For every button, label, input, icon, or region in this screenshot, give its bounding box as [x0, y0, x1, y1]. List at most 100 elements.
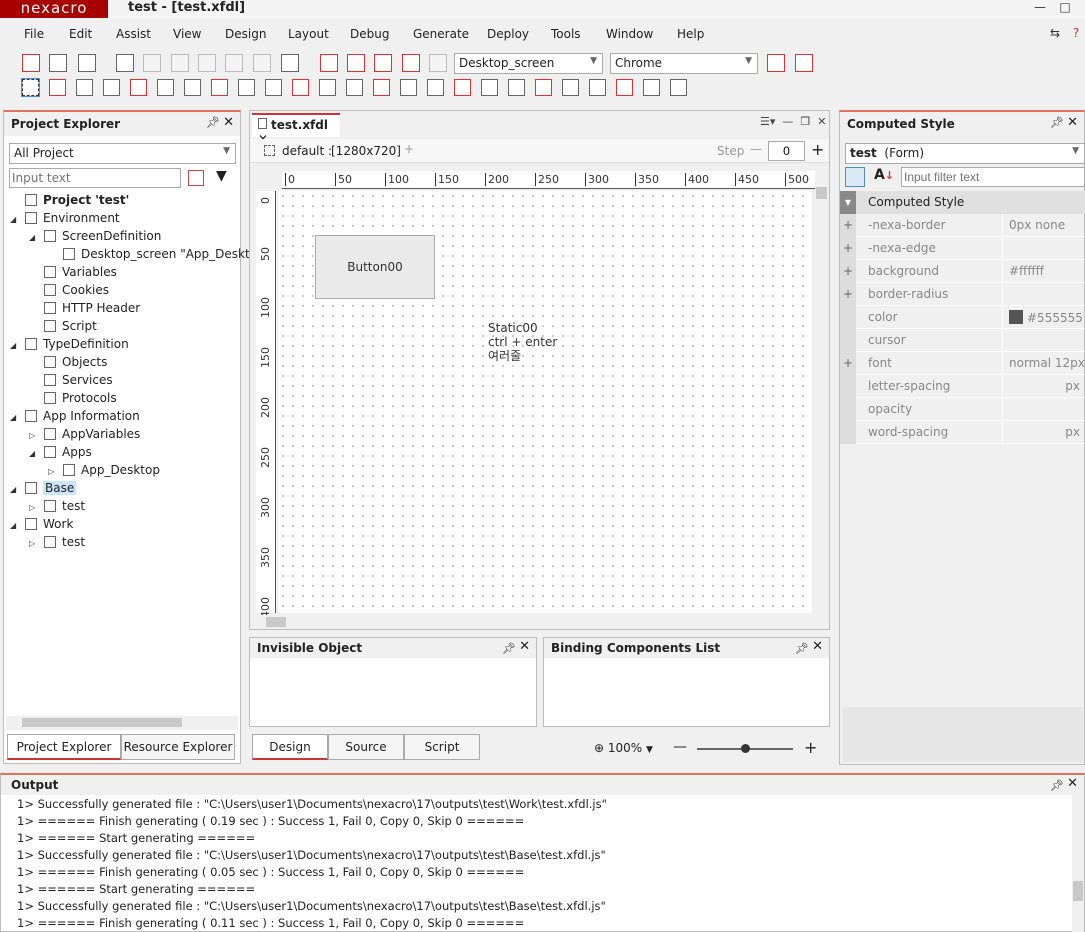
- toolbar-icon-6[interactable]: [198, 54, 216, 72]
- component-tool-22[interactable]: [616, 79, 633, 96]
- component-tool-23[interactable]: [643, 79, 660, 96]
- toolbar-icon-14[interactable]: [429, 54, 447, 72]
- step-increase-button[interactable]: +: [811, 140, 824, 159]
- component-tool-1[interactable]: [49, 79, 66, 96]
- property-value[interactable]: 0px none: [1002, 214, 1085, 237]
- horizontal-scrollbar[interactable]: [252, 615, 815, 629]
- component-tool-16[interactable]: [454, 79, 471, 96]
- screen-select[interactable]: Desktop_screen ▼: [454, 53, 603, 74]
- tree-item[interactable]: ◢ App Information: [10, 407, 140, 425]
- collapse-icon[interactable]: ▼: [840, 191, 856, 214]
- tree-item[interactable]: ◢ Environment: [10, 209, 120, 227]
- expand-icon[interactable]: +: [840, 283, 856, 306]
- component-tool-24[interactable]: [670, 79, 687, 96]
- property-row[interactable]: color #555555: [840, 306, 1085, 329]
- property-value[interactable]: #ffffff: [1002, 260, 1085, 283]
- window-controls[interactable]: ☰▾ — ❐ ✕: [760, 115, 826, 128]
- toolbar-icon-8[interactable]: [253, 54, 271, 72]
- object-select[interactable]: test (Form) ▼: [845, 143, 1085, 164]
- zoom-in-button[interactable]: +: [804, 738, 817, 757]
- component-tool-6[interactable]: [184, 79, 201, 96]
- menu-layout[interactable]: Layout: [288, 27, 329, 41]
- toolbar-icon-1[interactable]: [49, 54, 67, 72]
- property-row[interactable]: word-spacing px: [840, 421, 1085, 444]
- property-row[interactable]: opacity: [840, 398, 1085, 421]
- layout-name[interactable]: default :: [282, 144, 332, 158]
- property-value[interactable]: normal 12px/n: [1002, 352, 1085, 375]
- tab-design[interactable]: Design: [252, 734, 328, 760]
- zoom-slider[interactable]: [697, 744, 793, 753]
- tab-test-xfdl[interactable]: test.xfdl ✕: [252, 113, 340, 146]
- zoom-value[interactable]: 100%: [608, 741, 642, 755]
- project-scope-select[interactable]: All Project ▼: [9, 143, 236, 164]
- tree-item[interactable]: Objects: [29, 353, 107, 371]
- tree-item[interactable]: HTTP Header: [29, 299, 140, 317]
- toolbar-icon-13[interactable]: [402, 54, 420, 72]
- toolbar-icon-12[interactable]: [374, 54, 392, 72]
- menu-window[interactable]: Window: [606, 27, 653, 41]
- expand-icon[interactable]: ◢: [10, 409, 20, 427]
- zoom-out-button[interactable]: —: [673, 739, 687, 755]
- component-tool-20[interactable]: [562, 79, 579, 96]
- property-value[interactable]: px: [1002, 421, 1085, 444]
- pin-icon[interactable]: 📌︎: [1050, 779, 1064, 792]
- close-icon[interactable]: ✕: [1067, 115, 1078, 130]
- menu-deploy[interactable]: Deploy: [487, 27, 529, 41]
- alpha-sort-button[interactable]: A↓: [874, 167, 894, 183]
- toolbar-icon-0[interactable]: [22, 54, 40, 72]
- pin-icon[interactable]: 📌︎: [795, 642, 809, 655]
- tree-item[interactable]: Variables: [29, 263, 117, 281]
- maximize-button[interactable]: □: [1055, 0, 1075, 16]
- tree-item[interactable]: Protocols: [29, 389, 117, 407]
- toolbar-icon-3[interactable]: [116, 54, 134, 72]
- tree-item[interactable]: Project 'test': [10, 191, 129, 209]
- close-icon[interactable]: ✕: [1067, 776, 1078, 791]
- menu-assist[interactable]: Assist: [116, 27, 151, 41]
- expand-icon[interactable]: +: [840, 214, 856, 237]
- property-row[interactable]: letter-spacing px: [840, 375, 1085, 398]
- minimize-button[interactable]: —: [1030, 0, 1050, 16]
- property-value[interactable]: px: [1002, 375, 1085, 398]
- expand-icon[interactable]: ◢: [10, 517, 20, 535]
- property-row[interactable]: + border-radius: [840, 283, 1085, 306]
- vertical-scrollbar[interactable]: [815, 185, 828, 613]
- toolbar-icon-11[interactable]: [347, 54, 365, 72]
- component-tool-9[interactable]: [265, 79, 282, 96]
- component-tool-19[interactable]: [535, 79, 552, 96]
- tree-item[interactable]: ▷ App_Desktop: [48, 461, 160, 479]
- browser-select[interactable]: Chrome ▼: [610, 53, 758, 74]
- pin-icon[interactable]: 📌︎: [502, 642, 516, 655]
- tab-resource-explorer[interactable]: Resource Explorer: [121, 734, 235, 760]
- close-icon[interactable]: ✕: [812, 639, 823, 654]
- style-filter-input[interactable]: [901, 167, 1085, 187]
- component-tool-14[interactable]: [400, 79, 417, 96]
- menu-design[interactable]: Design: [225, 27, 266, 41]
- component-tool-4[interactable]: [130, 79, 147, 96]
- expand-icon[interactable]: +: [840, 260, 856, 283]
- property-value[interactable]: [1002, 398, 1085, 421]
- tree-item[interactable]: ◢ Base: [10, 479, 77, 497]
- category-sort-button[interactable]: [845, 167, 865, 187]
- horizontal-scrollbar[interactable]: [6, 716, 238, 730]
- property-value[interactable]: [1002, 329, 1085, 352]
- toolbar-icon-9[interactable]: [281, 54, 299, 72]
- component-tool-18[interactable]: [508, 79, 525, 96]
- property-value[interactable]: [1002, 283, 1085, 306]
- expand-icon[interactable]: ▷: [29, 535, 39, 553]
- tab-project-explorer[interactable]: Project Explorer: [7, 734, 121, 760]
- expand-icon[interactable]: ◢: [10, 337, 20, 355]
- property-row[interactable]: + background #ffffff: [840, 260, 1085, 283]
- toolbar-icon-16[interactable]: [795, 54, 813, 72]
- tree-item[interactable]: ▷ test: [29, 497, 85, 515]
- toolbar-icon-7[interactable]: [225, 54, 243, 72]
- close-icon[interactable]: ✕: [223, 115, 234, 130]
- filter-icon[interactable]: ▼: [216, 168, 227, 184]
- step-input[interactable]: [768, 141, 805, 161]
- property-value[interactable]: #555555: [1002, 306, 1085, 329]
- menu-edit[interactable]: Edit: [69, 27, 92, 41]
- design-canvas[interactable]: Button00 Static00 ctrl + enter 여러줄: [278, 191, 812, 613]
- chevron-down-icon[interactable]: ▼: [646, 745, 653, 755]
- toolbar-icon-15[interactable]: [767, 54, 785, 72]
- tab-source[interactable]: Source: [328, 734, 404, 760]
- component-tool-5[interactable]: [157, 79, 174, 96]
